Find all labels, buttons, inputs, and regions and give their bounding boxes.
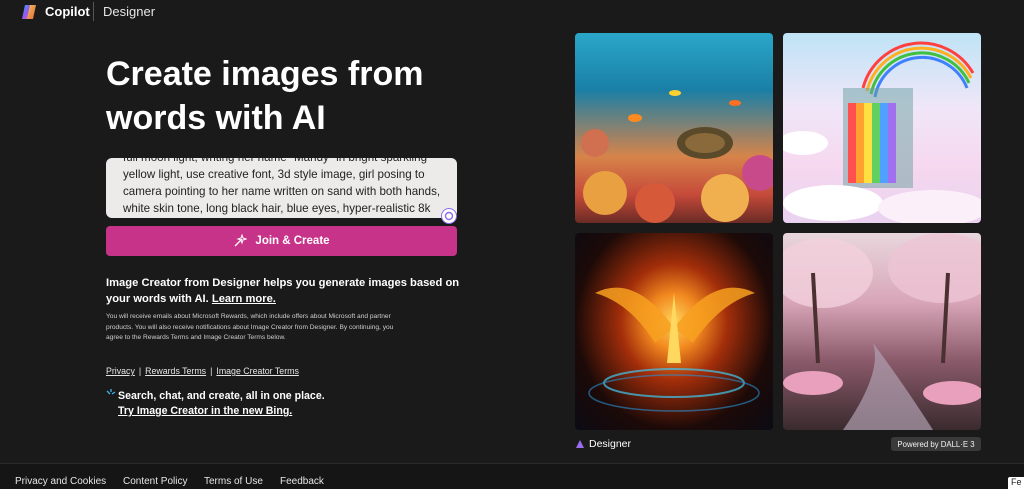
promo: Search, chat, and create, all in one pla… xyxy=(118,389,325,419)
designer-mark: Designer xyxy=(575,438,631,450)
powered-by-badge: Powered by DALL·E 3 xyxy=(891,437,981,451)
try-new-bing-link[interactable]: Try Image Creator in the new Bing. xyxy=(118,405,292,417)
top-bar: Copilot Designer xyxy=(0,0,1024,24)
copilot-logo-icon[interactable] xyxy=(20,3,38,21)
terms-links: Privacy | Rewards Terms | Image Creator … xyxy=(106,366,299,376)
sparkle-icon xyxy=(106,389,116,395)
surprise-me-icon[interactable] xyxy=(441,208,457,224)
image-creator-terms-link[interactable]: Image Creator Terms xyxy=(216,366,298,376)
fine-print: You will receive emails about Microsoft … xyxy=(106,313,394,341)
gallery-image-cherry-blossom[interactable] xyxy=(783,233,981,430)
promo-text: Search, chat, and create, all in one pla… xyxy=(118,390,325,402)
footer-feedback-link[interactable]: Feedback xyxy=(280,476,324,487)
link-separator: | xyxy=(210,366,213,376)
gallery-image-phoenix[interactable] xyxy=(575,233,773,430)
topbar-divider xyxy=(93,2,94,21)
learn-more-link[interactable]: Learn more. xyxy=(212,293,276,305)
designer-label: Designer xyxy=(589,438,632,450)
join-create-button[interactable]: Join & Create xyxy=(106,226,457,256)
designer-logo-icon xyxy=(576,440,584,448)
gallery-image-rainbow-waterfall[interactable] xyxy=(783,33,981,223)
rewards-terms-link[interactable]: Rewards Terms xyxy=(145,366,206,376)
prompt-input[interactable]: full moon light, writing her name "Mandy… xyxy=(106,158,457,218)
page-title: Create images from words with AI xyxy=(106,55,424,137)
privacy-link[interactable]: Privacy xyxy=(106,366,135,376)
footer-terms-link[interactable]: Terms of Use xyxy=(204,476,263,487)
join-create-label: Join & Create xyxy=(255,235,330,247)
feedback-tab[interactable]: Fe xyxy=(1008,477,1024,489)
description: Image Creator from Designer helps you ge… xyxy=(106,275,461,307)
prompt-text[interactable]: full moon light, writing her name "Mandy… xyxy=(123,158,448,218)
footer: Privacy and Cookies Content Policy Terms… xyxy=(0,463,1024,489)
footer-privacy-link[interactable]: Privacy and Cookies xyxy=(15,476,106,487)
brand-name[interactable]: Copilot xyxy=(45,4,90,19)
product-name[interactable]: Designer xyxy=(103,4,155,19)
footer-content-policy-link[interactable]: Content Policy xyxy=(123,476,187,487)
link-separator: | xyxy=(138,366,142,376)
description-text: Image Creator from Designer helps you ge… xyxy=(106,277,460,305)
gallery-image-ocean-reef[interactable] xyxy=(575,33,773,223)
sparkle-create-icon xyxy=(234,234,248,247)
